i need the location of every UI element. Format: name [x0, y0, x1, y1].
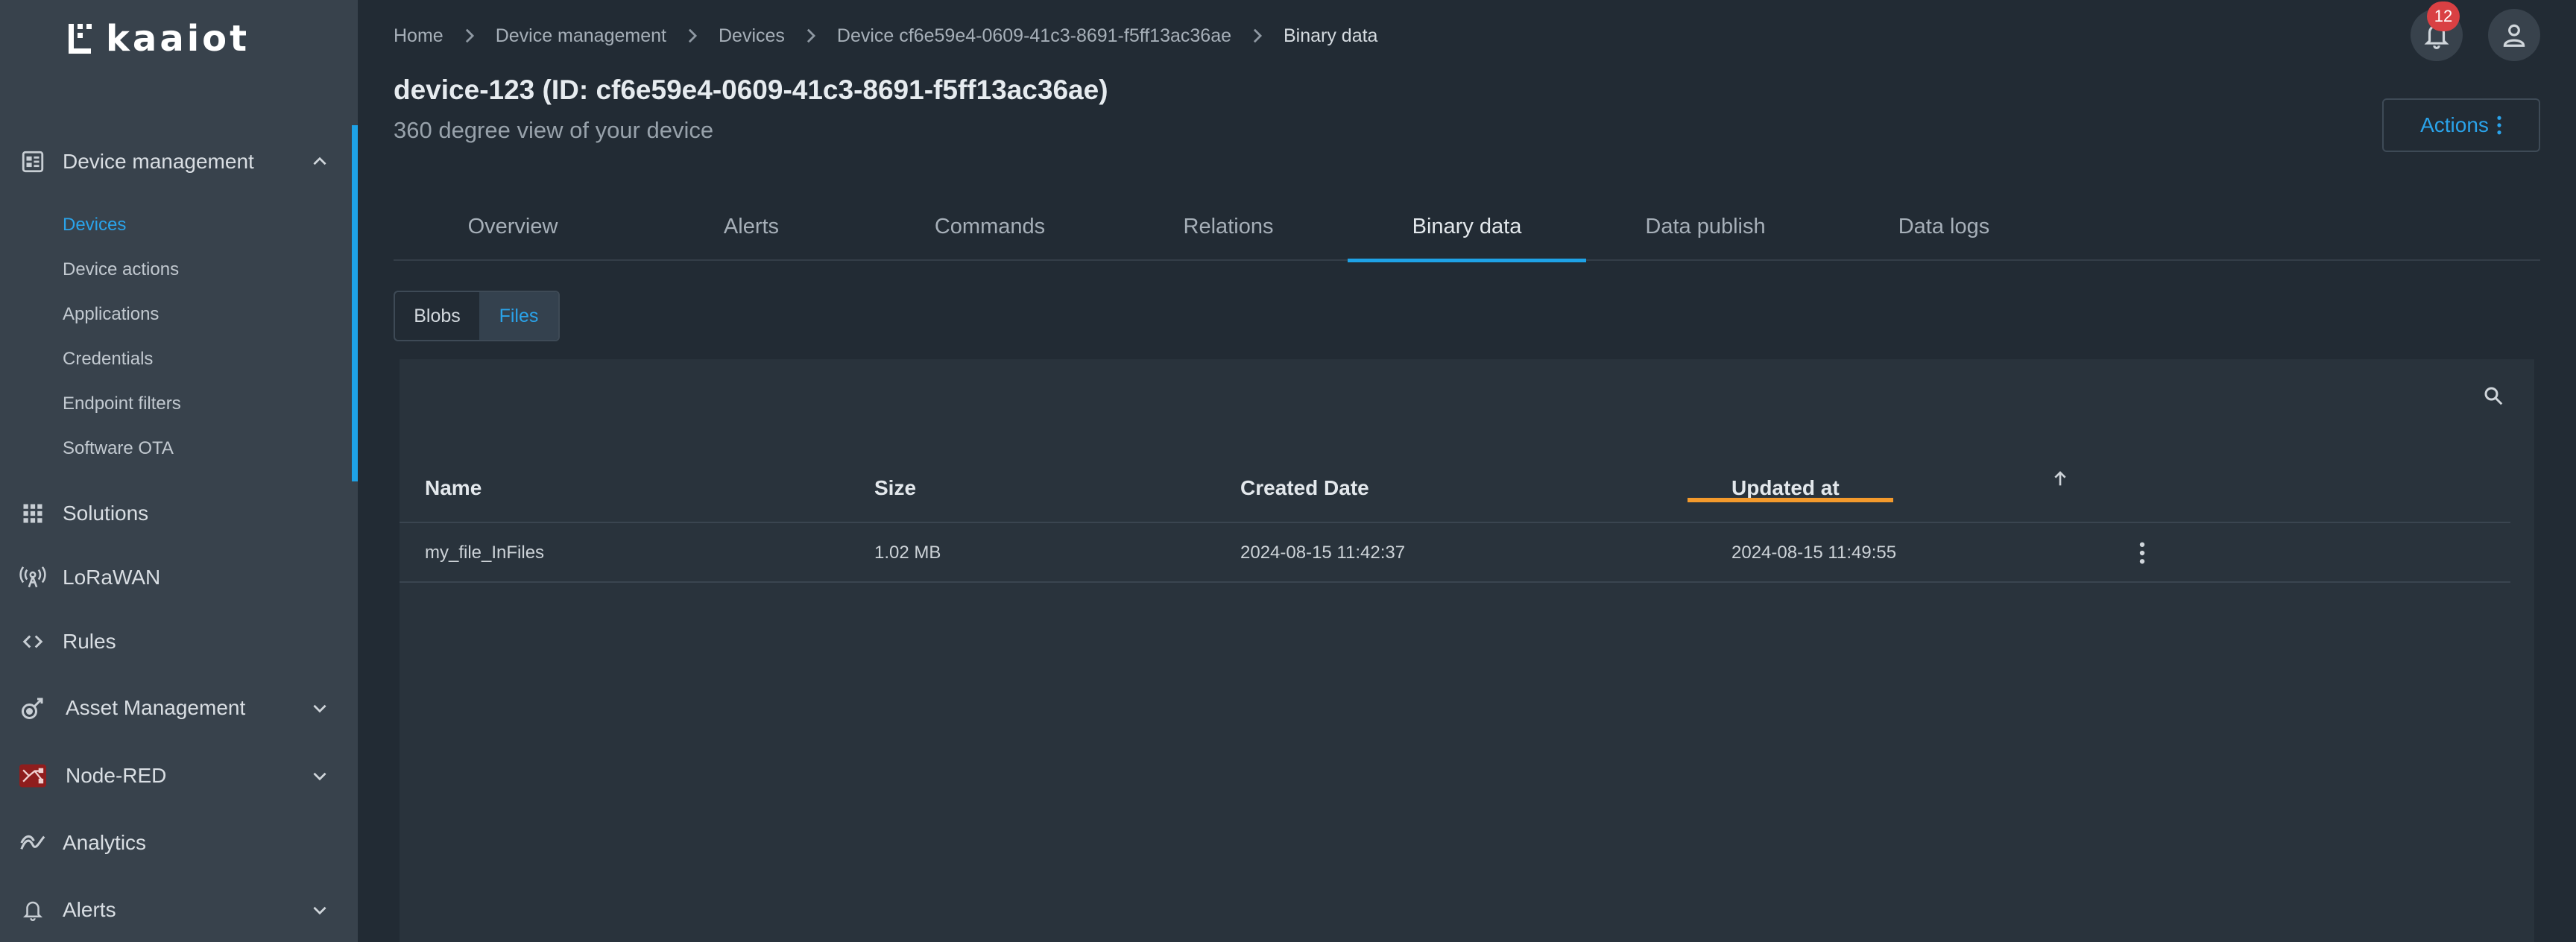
cell-name: my_file_InFiles: [425, 543, 545, 563]
row-menu-button[interactable]: [2126, 537, 2159, 569]
sidebar-item-analytics[interactable]: Analytics: [0, 817, 350, 869]
search-button[interactable]: [2475, 377, 2512, 414]
more-vertical-icon: [2497, 116, 2501, 135]
table-row[interactable]: my_file_InFiles 1.02 MB 2024-08-15 11:42…: [400, 525, 2510, 583]
cell-created-date: 2024-08-15 11:42:37: [1240, 543, 1406, 563]
breadcrumb-device-management[interactable]: Device management: [496, 25, 666, 47]
sidebar-item-rules[interactable]: Rules: [0, 616, 350, 668]
chevron-right-icon: [785, 28, 837, 44]
bell-icon: [19, 897, 46, 923]
sidebar-item-node-red[interactable]: Node-RED: [0, 750, 350, 802]
sort-indicator: [1688, 498, 1893, 502]
sidebar-subitem-devices[interactable]: Devices: [63, 215, 126, 236]
device-management-icon: [19, 148, 46, 175]
kaaiot-logo-icon: [69, 21, 101, 57]
tab-relations[interactable]: Relations: [1109, 192, 1348, 261]
chevron-right-icon: [1231, 28, 1284, 44]
cell-updated-at: 2024-08-15 11:49:55: [1731, 543, 1897, 563]
toggle-blobs[interactable]: Blobs: [395, 292, 479, 340]
files-table-card: [400, 359, 2534, 942]
notifications-badge: 12: [2427, 1, 2460, 31]
user-profile-button[interactable]: [2488, 9, 2540, 61]
actions-button[interactable]: Actions: [2382, 98, 2540, 152]
sidebar-item-label: Asset Management: [66, 696, 246, 719]
sidebar: kaaiot Device management Devices Device …: [0, 0, 358, 942]
breadcrumb-devices[interactable]: Devices: [719, 25, 785, 47]
sidebar-item-label: Device management: [63, 150, 254, 173]
chevron-up-icon[interactable]: [309, 151, 331, 173]
sidebar-item-label: Rules: [63, 630, 116, 653]
page-subtitle: 360 degree view of your device: [394, 117, 714, 143]
tab-data-logs[interactable]: Data logs: [1825, 192, 2063, 261]
sort-ascending-button[interactable]: [2048, 467, 2072, 490]
sidebar-subitem-applications[interactable]: Applications: [63, 304, 159, 325]
sidebar-scrollbar[interactable]: [352, 125, 358, 481]
tab-bar: Overview Alerts Commands Relations Binar…: [394, 192, 2540, 262]
logo-text: kaaiot: [106, 18, 250, 60]
column-header-created-date[interactable]: Created Date: [1240, 453, 1369, 523]
search-icon: [2484, 387, 2503, 405]
toggle-files[interactable]: Files: [479, 292, 558, 340]
actions-label: Actions: [2420, 113, 2489, 136]
sidebar-subitem-credentials[interactable]: Credentials: [63, 349, 153, 370]
breadcrumb-home[interactable]: Home: [394, 25, 443, 47]
sidebar-item-asset-management[interactable]: Asset Management: [0, 682, 350, 734]
column-header-name[interactable]: Name: [425, 453, 482, 523]
user-icon: [2503, 24, 2525, 47]
sidebar-item-label: Node-RED: [66, 764, 167, 787]
asset-icon: [19, 695, 46, 721]
more-vertical-icon: [2139, 542, 2145, 564]
sidebar-subitem-endpoint-filters[interactable]: Endpoint filters: [63, 393, 181, 414]
sidebar-subitem-device-actions[interactable]: Device actions: [63, 259, 179, 280]
sidebar-subitem-software-ota[interactable]: Software OTA: [63, 438, 174, 459]
cell-size: 1.02 MB: [874, 543, 941, 563]
analytics-icon: [19, 829, 46, 856]
chevron-right-icon: [443, 28, 496, 44]
sidebar-item-alerts[interactable]: Alerts: [0, 884, 350, 936]
grid-icon: [19, 500, 46, 527]
breadcrumb: Home Device management Devices Device cf…: [394, 24, 1377, 48]
node-red-icon: [19, 762, 46, 789]
arrow-up-icon: [2054, 471, 2066, 486]
tab-alerts[interactable]: Alerts: [632, 192, 871, 261]
chevron-down-icon[interactable]: [309, 899, 331, 921]
sidebar-item-label: Alerts: [63, 898, 116, 921]
sidebar-item-device-management[interactable]: Device management: [0, 136, 350, 188]
sidebar-item-label: Analytics: [63, 831, 147, 854]
antenna-icon: [19, 564, 46, 591]
tab-commands[interactable]: Commands: [871, 192, 1109, 261]
chevron-right-icon: [666, 28, 719, 44]
sidebar-item-label: Solutions: [63, 502, 149, 525]
sidebar-item-lorawan[interactable]: LoRaWAN: [0, 551, 350, 604]
breadcrumb-binary-data: Binary data: [1284, 25, 1378, 46]
sidebar-item-solutions[interactable]: Solutions: [0, 487, 350, 540]
chevron-down-icon[interactable]: [309, 697, 331, 719]
chevron-down-icon[interactable]: [309, 765, 331, 787]
column-header-updated-at[interactable]: Updated at: [1731, 453, 1840, 523]
tab-binary-data[interactable]: Binary data: [1348, 192, 1586, 262]
breadcrumb-device[interactable]: Device cf6e59e4-0609-41c3-8691-f5ff13ac3…: [837, 25, 1231, 47]
table-header: Name Size Created Date Updated at: [400, 453, 2510, 523]
column-header-size[interactable]: Size: [874, 453, 916, 523]
kaaiot-logo[interactable]: kaaiot: [69, 18, 250, 60]
tab-data-publish[interactable]: Data publish: [1586, 192, 1825, 261]
blobs-files-toggle: Blobs Files: [394, 291, 560, 341]
sidebar-item-label: LoRaWAN: [63, 566, 161, 589]
page-title: device-123 (ID: cf6e59e4-0609-41c3-8691-…: [394, 75, 1108, 105]
code-icon: [19, 628, 46, 655]
tab-overview[interactable]: Overview: [394, 192, 632, 261]
